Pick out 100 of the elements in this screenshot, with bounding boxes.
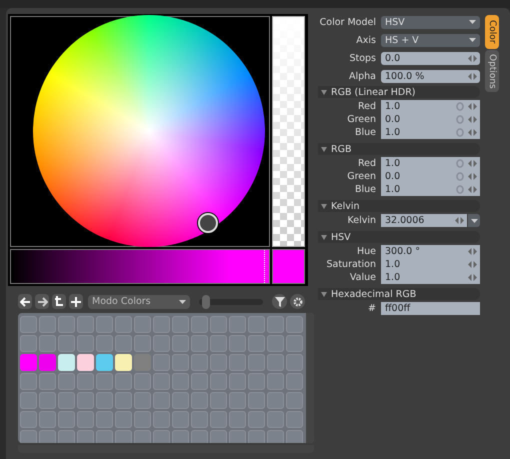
scrollbar[interactable] xyxy=(306,313,314,443)
color-swatch[interactable] xyxy=(96,354,113,371)
back-button[interactable] xyxy=(18,294,32,309)
color-swatch[interactable] xyxy=(58,354,75,371)
empty-swatch-slot[interactable] xyxy=(20,373,37,390)
disclosure-triangle-icon[interactable] xyxy=(321,234,327,240)
spinner-arrows-icon[interactable] xyxy=(468,248,477,255)
empty-swatch-slot[interactable] xyxy=(172,392,189,409)
empty-swatch-slot[interactable] xyxy=(210,335,227,352)
number-field[interactable]: 0.0 xyxy=(381,170,480,183)
empty-swatch-slot[interactable] xyxy=(39,411,56,428)
empty-swatch-slot[interactable] xyxy=(134,335,151,352)
empty-swatch-slot[interactable] xyxy=(248,392,265,409)
empty-swatch-slot[interactable] xyxy=(248,411,265,428)
empty-swatch-slot[interactable] xyxy=(248,354,265,371)
empty-swatch-slot[interactable] xyxy=(229,392,246,409)
empty-swatch-slot[interactable] xyxy=(229,411,246,428)
empty-swatch-slot[interactable] xyxy=(77,335,94,352)
empty-swatch-slot[interactable] xyxy=(153,316,170,333)
number-field[interactable]: 300.0 ° xyxy=(381,245,480,258)
number-field[interactable]: 32.0006 xyxy=(381,214,467,227)
empty-swatch-slot[interactable] xyxy=(39,335,56,352)
picker-handle[interactable] xyxy=(198,213,218,233)
empty-swatch-slot[interactable] xyxy=(77,373,94,390)
empty-swatch-slot[interactable] xyxy=(248,373,265,390)
disclosure-triangle-icon[interactable] xyxy=(321,90,327,94)
empty-swatch-slot[interactable] xyxy=(58,392,75,409)
empty-swatch-slot[interactable] xyxy=(172,354,189,371)
empty-swatch-slot[interactable] xyxy=(286,335,303,352)
value-gradient-bar[interactable] xyxy=(10,249,270,284)
number-field[interactable]: 1.0 xyxy=(381,183,480,196)
section-header[interactable]: HSV xyxy=(318,231,480,243)
empty-swatch-slot[interactable] xyxy=(267,335,284,352)
empty-swatch-slot[interactable] xyxy=(58,430,75,443)
empty-swatch-slot[interactable] xyxy=(77,392,94,409)
number-field[interactable]: 0.0 xyxy=(381,52,480,64)
empty-swatch-slot[interactable] xyxy=(191,354,208,371)
side-tab[interactable]: Color xyxy=(485,15,499,49)
empty-swatch-slot[interactable] xyxy=(77,411,94,428)
empty-swatch-slot[interactable] xyxy=(115,335,132,352)
number-field[interactable]: 100.0 % xyxy=(381,70,480,82)
empty-swatch-slot[interactable] xyxy=(210,354,227,371)
empty-swatch-slot[interactable] xyxy=(229,316,246,333)
empty-swatch-slot[interactable] xyxy=(58,335,75,352)
empty-swatch-slot[interactable] xyxy=(191,316,208,333)
spinner-arrows-icon[interactable] xyxy=(468,72,477,80)
spinner-arrows-icon[interactable] xyxy=(468,129,477,136)
empty-swatch-slot[interactable] xyxy=(20,430,37,443)
empty-swatch-slot[interactable] xyxy=(115,373,132,390)
empty-swatch-slot[interactable] xyxy=(153,411,170,428)
filter-button[interactable] xyxy=(272,294,287,309)
number-field[interactable]: 1.0 xyxy=(381,126,480,139)
spinner-arrows-icon[interactable] xyxy=(468,160,477,167)
empty-swatch-slot[interactable] xyxy=(286,392,303,409)
empty-swatch-slot[interactable] xyxy=(153,335,170,352)
empty-swatch-slot[interactable] xyxy=(210,430,227,443)
empty-swatch-slot[interactable] xyxy=(96,430,113,443)
dropdown[interactable]: HSV xyxy=(381,16,480,28)
number-field[interactable]: 1.0 xyxy=(381,258,480,271)
empty-swatch-slot[interactable] xyxy=(248,335,265,352)
disclosure-triangle-icon[interactable] xyxy=(321,204,327,208)
side-tab[interactable]: Options xyxy=(485,50,499,92)
empty-swatch-slot[interactable] xyxy=(191,373,208,390)
empty-swatch-slot[interactable] xyxy=(96,373,113,390)
empty-swatch-slot[interactable] xyxy=(286,373,303,390)
empty-swatch-slot[interactable] xyxy=(134,430,151,443)
number-field[interactable]: 1.0 xyxy=(381,271,480,284)
empty-swatch-slot[interactable] xyxy=(286,354,303,371)
empty-swatch-slot[interactable] xyxy=(58,411,75,428)
empty-swatch-slot[interactable] xyxy=(172,411,189,428)
empty-swatch-slot[interactable] xyxy=(229,354,246,371)
section-header[interactable]: RGB (Linear HDR) xyxy=(318,86,480,98)
spinner-arrows-icon[interactable] xyxy=(468,116,477,123)
empty-swatch-slot[interactable] xyxy=(191,392,208,409)
spinner-arrows-icon[interactable] xyxy=(468,261,477,268)
empty-swatch-slot[interactable] xyxy=(39,430,56,443)
empty-swatch-slot[interactable] xyxy=(134,392,151,409)
empty-swatch-slot[interactable] xyxy=(248,316,265,333)
dropdown-button[interactable] xyxy=(468,214,480,227)
empty-swatch-slot[interactable] xyxy=(96,335,113,352)
forward-button[interactable] xyxy=(35,294,49,309)
color-swatch[interactable] xyxy=(20,354,37,371)
section-header[interactable]: RGB xyxy=(318,143,480,155)
disclosure-triangle-icon[interactable] xyxy=(321,146,327,152)
empty-swatch-slot[interactable] xyxy=(134,411,151,428)
number-field[interactable]: 1.0 xyxy=(381,100,480,113)
empty-swatch-slot[interactable] xyxy=(248,430,265,443)
spinner-arrows-icon[interactable] xyxy=(455,217,464,224)
empty-swatch-slot[interactable] xyxy=(267,354,284,371)
empty-swatch-slot[interactable] xyxy=(229,335,246,352)
empty-swatch-slot[interactable] xyxy=(191,335,208,352)
empty-swatch-slot[interactable] xyxy=(267,411,284,428)
empty-swatch-slot[interactable] xyxy=(39,316,56,333)
empty-swatch-slot[interactable] xyxy=(153,430,170,443)
empty-swatch-slot[interactable] xyxy=(96,392,113,409)
add-button[interactable] xyxy=(69,294,83,309)
empty-swatch-slot[interactable] xyxy=(153,354,170,371)
empty-swatch-slot[interactable] xyxy=(115,430,132,443)
empty-swatch-slot[interactable] xyxy=(210,392,227,409)
empty-swatch-slot[interactable] xyxy=(191,411,208,428)
